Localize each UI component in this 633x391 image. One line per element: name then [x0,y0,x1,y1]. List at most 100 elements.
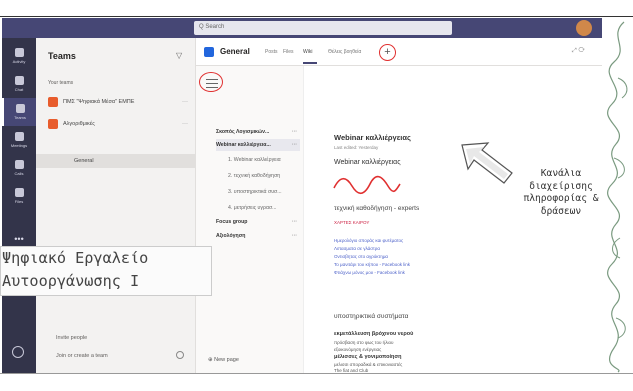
rail-item-calls[interactable]: Calls [2,154,36,182]
page-label: 1. Webinar καλλιέργεια [228,157,281,163]
invite-people-link[interactable]: Invite people [56,335,87,341]
rail-item-teams[interactable]: Teams [2,98,36,126]
phone-icon [14,160,24,169]
page-label: 2. τεχνική καθοδήγηση [228,173,281,179]
teams-title: Teams [48,51,76,61]
resource-link[interactable]: Το μανιτάρι του κήπου - Facebook link [334,262,410,267]
team-item[interactable]: ΠΜΣ "Ψηφιακά Μέσα" ΕΜΠΕ ··· [48,94,188,110]
rail-item-chat[interactable]: Chat [2,70,36,98]
rail-item-label: Activity [12,59,26,64]
file-icon [14,188,24,197]
more-options-icon[interactable]: ··· [182,121,188,127]
resource-link[interactable]: Ημερολόγιο σποράς και φυτέματος [334,238,403,243]
annotation-text: Κανάλια διαχείρισης πληροφορίας & δράσεω… [506,168,616,218]
onenote-area: Σκοπός Λογισμικών... ··· Webinar καλλιέρ… [196,66,602,373]
filter-icon[interactable]: ▽ [176,51,182,60]
team-name: Αλγοριθμικές [63,121,95,127]
annotation-line: πληροφορίας & [523,193,599,204]
app-rail: Activity Chat Teams Meetings Calls Files… [2,38,36,373]
rail-item-files[interactable]: Files [2,182,36,210]
section-label: Αξιολόγηση [216,233,246,239]
resource-link[interactable]: Φτιάχνω μόνος μου - Facebook link [334,270,405,275]
join-create-team-link[interactable]: Join or create a team [56,353,108,359]
more-apps-button[interactable]: ••• [2,234,36,244]
team-item[interactable]: Αλγοριθμικές ··· [48,116,188,132]
rail-item-label: Calls [14,171,24,176]
tab-posts[interactable]: Posts [265,49,278,55]
page-content: Webinar καλλιέργειας Last edited: Yester… [304,66,602,373]
help-icon[interactable] [12,346,24,358]
page-date: Last edited: Yesterday [334,145,379,150]
channel-header: General Posts Files Wiki Θέλεις βοηθεία … [196,38,602,66]
section-label: Webinar καλλιέργεια... [216,142,271,148]
support-item-text: πρόσβαση στο φως του ήλιου [334,340,394,345]
section-label: Focus group [216,219,248,225]
title-bar: Q Search [2,18,602,38]
annotation-line: δράσεων [540,205,582,217]
rail-item-label: Chat [14,87,24,92]
experts-heading: τεχνική καθοδήγηση - experts [334,205,420,212]
decorative-swirl [607,21,628,373]
tab-files[interactable]: Files [283,49,294,55]
more-options-icon[interactable]: ··· [292,129,297,135]
resource-link[interactable]: Λιπασματα σε γλάστρα [334,246,380,251]
new-page-button[interactable]: ⊕ New page [208,357,239,363]
active-tab-indicator [303,62,317,64]
page-item[interactable]: 3. υποστηρικτικά συσ... [228,186,300,198]
handwritten-squiggle [333,175,401,195]
more-options-icon[interactable]: ··· [292,219,297,225]
more-options-icon[interactable]: ··· [292,142,297,148]
channel-avatar [204,47,214,57]
search-input[interactable]: Q Search [194,21,452,35]
rail-item-meetings[interactable]: Meetings [2,126,36,154]
bottom-divider [0,373,633,374]
page-title: Webinar καλλιέργειας [334,133,411,142]
more-options-icon[interactable]: ··· [292,233,297,239]
more-options-icon[interactable]: ··· [182,99,188,105]
caption-line: Ψηφιακό Εργαλείο [2,249,149,267]
support-heading: υποστηρικτικά συστήματα [334,313,409,320]
new-page-label: New page [214,357,239,363]
support-item-title: εκμετάλλευση βρόχινου νερού [334,331,414,337]
teams-icon [15,104,25,113]
section-item[interactable]: Αξιολόγηση ··· [216,230,300,242]
caption-line: Αυτοοργάνωσης Ι [2,272,140,290]
support-item-title: μέλισσες & γονιμοποίηση [334,354,402,360]
rail-item-activity[interactable]: Activity [2,42,36,70]
weather-maps-link[interactable]: ΧΑΡΤΕΣ ΚΑΙΡΟΥ [334,220,369,225]
section-item[interactable]: Σκοπός Λογισμικών... ··· [216,126,300,138]
rail-item-label: Teams [14,115,26,120]
calendar-icon [14,132,24,141]
page-heading: Webinar καλλιέργειας [334,159,401,166]
add-tab-button[interactable]: + [379,44,396,61]
channel-item-general[interactable] [36,154,195,168]
team-avatar [48,97,58,107]
channel-title: General [220,47,250,56]
resource-link[interactable]: Οντισβητας στο αγρόκτημα [334,254,388,259]
support-item-text: εξοικονόμηση ενέργειας [334,347,382,352]
page-item[interactable]: 1. Webinar καλλιέργεια [228,154,300,166]
page-label: 4. μετρήσεις υγρασ... [228,205,277,211]
your-teams-label: Your teams [48,80,74,86]
top-divider [0,16,633,17]
bell-icon [14,48,24,57]
section-item[interactable]: Focus group ··· [216,216,300,228]
rail-item-label: Meetings [10,143,28,148]
gear-icon[interactable] [176,351,184,359]
avatar[interactable] [576,20,592,36]
hamburger-icon[interactable] [206,79,218,88]
overlay-caption: Ψηφιακό Εργαλείο Αυτοοργάνωσης Ι [0,246,212,296]
teams-panel: Teams ▽ Your teams ΠΜΣ "Ψηφιακά Μέσα" ΕΜ… [36,38,196,373]
team-avatar [48,119,58,129]
expand-icon[interactable]: ⤢ ⟳ [572,48,585,55]
page-item[interactable]: 4. μετρήσεις υγρασ... [228,202,300,214]
section-label: Σκοπός Λογισμικών... [216,129,270,135]
tab-help[interactable]: Θέλεις βοηθεία [328,49,361,55]
page-item[interactable]: 2. τεχνική καθοδήγηση [228,170,300,182]
annotation-line: Κανάλια [540,168,582,179]
page-label: 3. υποστηρικτικά συσ... [228,189,282,195]
chat-icon [14,76,24,85]
sections-panel: Σκοπός Λογισμικών... ··· Webinar καλλιέρ… [196,66,304,373]
section-item[interactable]: Webinar καλλιέργεια... ··· [216,139,300,151]
tab-wiki[interactable]: Wiki [303,49,312,55]
